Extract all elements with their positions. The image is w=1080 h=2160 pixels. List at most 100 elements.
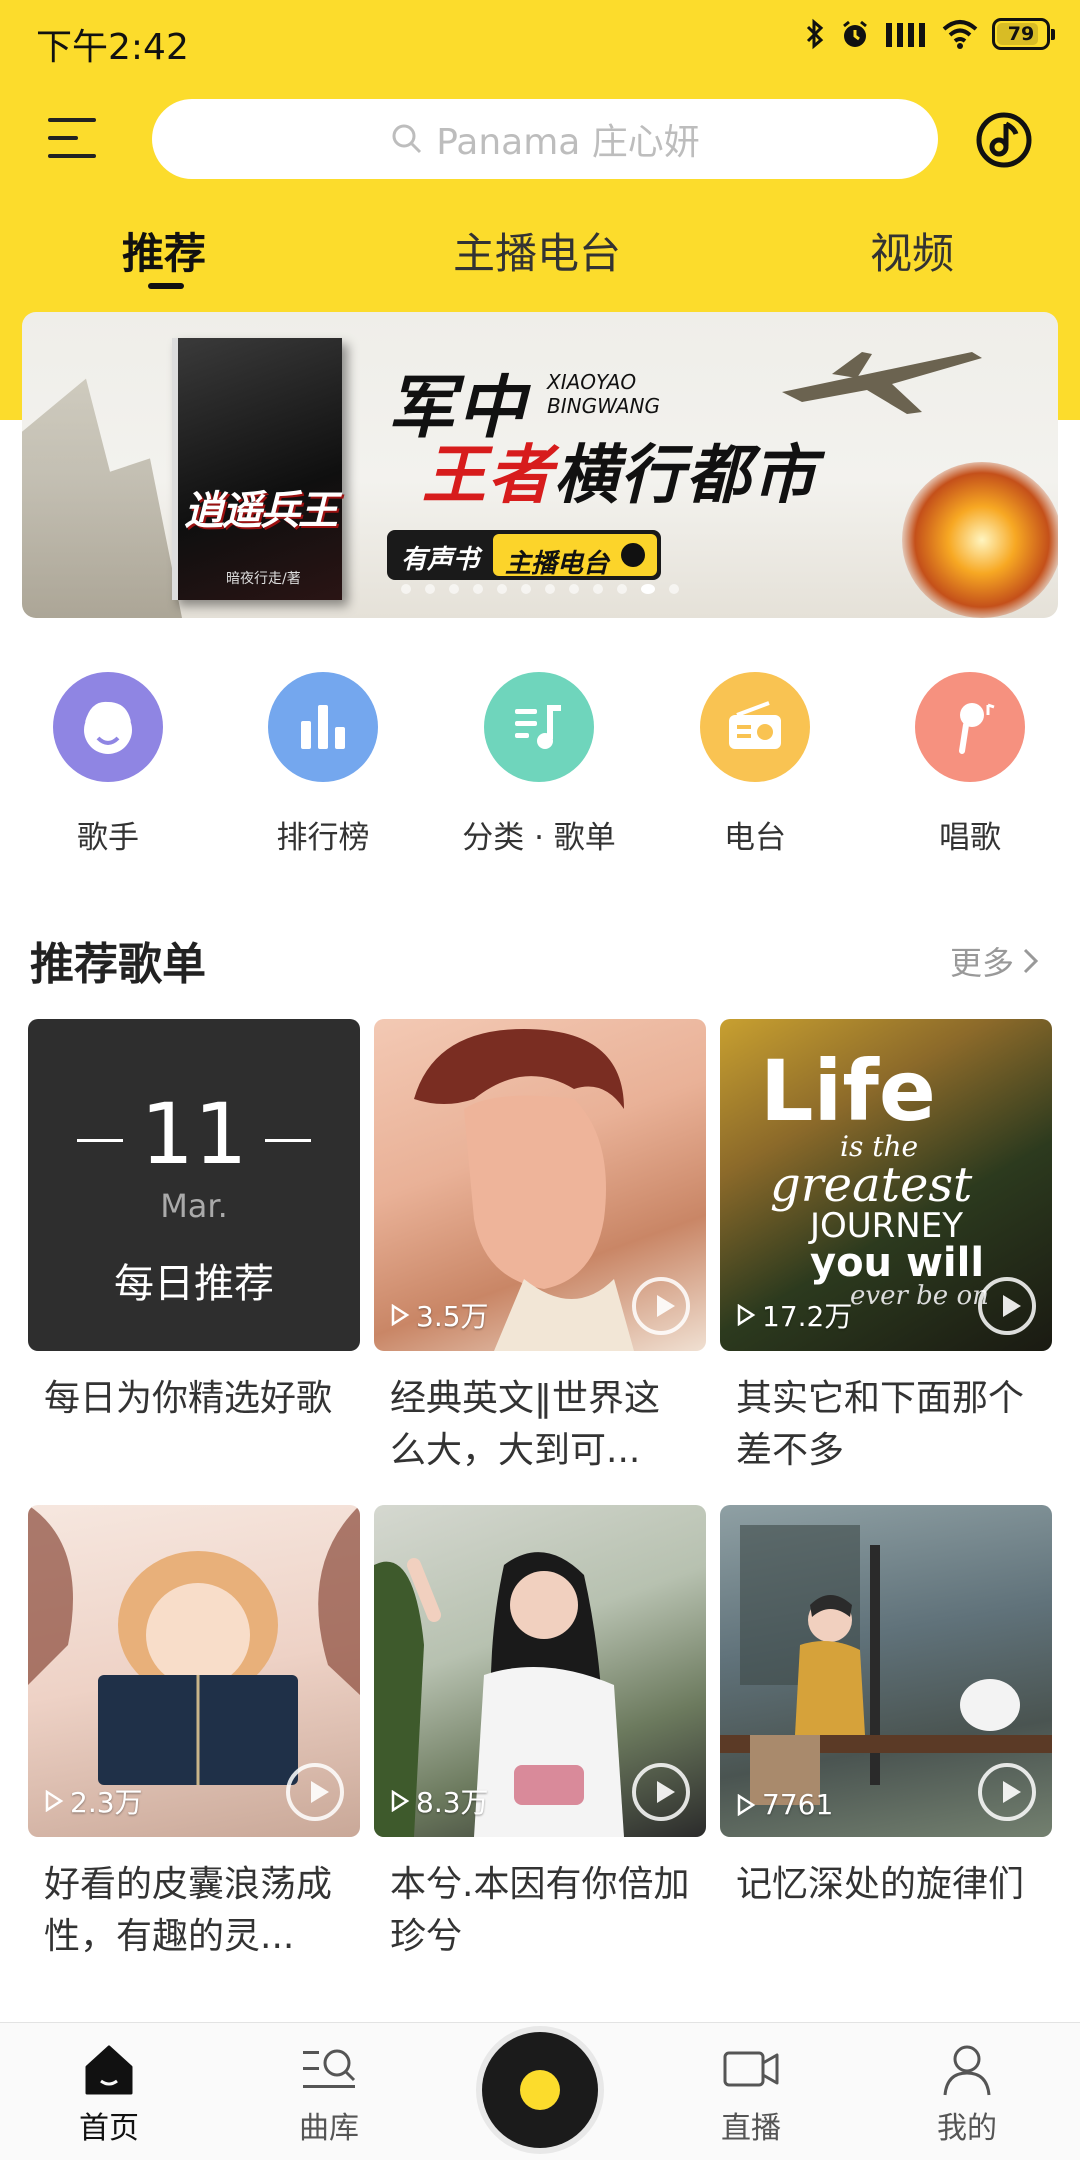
singer-icon: [53, 672, 163, 782]
tab-anchor-radio[interactable]: 主播电台: [453, 220, 621, 281]
playlist-title: 经典英文‖世界这么大，大到可...: [390, 1378, 661, 1471]
shortcut-row: 歌手 排行榜 分类 · 歌单 电台 唱歌: [0, 672, 1080, 862]
banner-headline-2: 王者横行都市: [422, 424, 818, 516]
banner-tag-radio: 主播电台: [493, 534, 658, 579]
nav-live[interactable]: 直播: [676, 2041, 826, 2147]
shortcut-label: 唱歌: [939, 820, 1001, 856]
play-count-value: 17.2万: [762, 1300, 853, 1333]
playlist-cover: 8.3万: [374, 1505, 706, 1837]
playlist-cover: 3.5万: [374, 1019, 706, 1351]
daily-label: 每日推荐: [114, 1261, 274, 1307]
banner-explosion-graphic: [902, 462, 1058, 618]
playlist-cover: 2.3万: [28, 1505, 360, 1837]
search-input[interactable]: Panama 庄心妍: [152, 99, 938, 179]
book-cover: 逍遥兵王 暗夜行走/著: [172, 338, 342, 600]
search-icon: [392, 124, 422, 154]
library-search-icon: [303, 2049, 356, 2088]
play-count-icon: [45, 1790, 64, 1812]
nav-label: 我的: [937, 2111, 997, 2146]
play-count: 7761: [736, 1788, 833, 1821]
play-count: 8.3万: [390, 1781, 489, 1821]
nav-library[interactable]: 曲库: [254, 2041, 404, 2147]
nav-label: 直播: [721, 2111, 781, 2146]
home-icon: [85, 2045, 133, 2095]
more-link[interactable]: 更多: [950, 938, 1040, 984]
tab-recommend[interactable]: 推荐: [122, 220, 206, 281]
book-title: 逍遥兵王: [184, 487, 338, 534]
play-count-icon: [737, 1304, 756, 1326]
play-button-icon[interactable]: [286, 1763, 344, 1821]
wifi-icon: [942, 20, 978, 49]
playlist-card[interactable]: Life is the greatest JOURNEY you will ev…: [720, 1019, 1052, 1477]
section-title: 推荐歌单: [30, 939, 206, 990]
playlist-cover: Life is the greatest JOURNEY you will ev…: [720, 1019, 1052, 1351]
shortcut-label: 分类 · 歌单: [462, 820, 616, 856]
shortcut-label: 电台: [724, 820, 786, 856]
playlist-card[interactable]: 3.5万 经典英文‖世界这么大，大到可...: [374, 1019, 706, 1477]
playlist-card[interactable]: 7761 记忆深处的旋律们: [720, 1505, 1052, 1911]
menu-icon[interactable]: [48, 118, 96, 158]
playlist-card[interactable]: 8.3万 本兮.本因有你倍加珍兮: [374, 1505, 706, 1963]
play-button-icon[interactable]: [632, 1277, 690, 1335]
tab-indicator: [148, 283, 184, 289]
bluetooth-icon: [806, 18, 824, 50]
banner-background-ruins: [22, 378, 182, 618]
nav-label: 首页: [79, 2111, 139, 2146]
daily-month: Mar.: [160, 1187, 228, 1225]
shortcut-radio[interactable]: 电台: [665, 672, 845, 857]
search-placeholder: Panama 庄心妍: [436, 122, 700, 163]
play-count-value: 7761: [762, 1788, 834, 1821]
banner-headline-2-black: 横行都市: [554, 439, 818, 513]
shortcut-singers[interactable]: 歌手: [18, 672, 198, 857]
bar-chart-icon: [268, 672, 378, 782]
play-count-value: 3.5万: [416, 1300, 489, 1333]
playlist-cover: 7761: [720, 1505, 1052, 1837]
tab-video[interactable]: 视频: [870, 220, 954, 281]
shortcut-charts[interactable]: 排行榜: [233, 672, 413, 857]
nav-label: 曲库: [299, 2111, 359, 2146]
shortcut-categories[interactable]: 分类 · 歌单: [449, 672, 629, 857]
now-playing-disc-icon[interactable]: [482, 2032, 598, 2148]
user-icon: [943, 2045, 991, 2096]
playlist-card[interactable]: 11 Mar. 每日推荐 每日为你精选好歌: [28, 1019, 360, 1425]
playlist-card[interactable]: 2.3万 好看的皮囊浪荡成性，有趣的灵...: [28, 1505, 360, 1963]
playlist-title: 记忆深处的旋律们: [736, 1864, 1025, 1905]
banner-tag-audiobook: 有声书: [401, 545, 480, 575]
video-camera-icon: [723, 2051, 779, 2087]
play-count-icon: [391, 1790, 410, 1812]
battery-indicator: 79: [992, 18, 1055, 50]
play-button-icon[interactable]: [978, 1277, 1036, 1335]
daily-day: 11: [28, 1085, 360, 1183]
promo-banner[interactable]: 逍遥兵王 暗夜行走/著 军中 XIAOYAO BINGWANG 王者横行都市 有…: [22, 312, 1058, 618]
play-count-icon: [737, 1793, 756, 1816]
chevron-right-icon: [1023, 948, 1039, 974]
playlist-title: 好看的皮囊浪荡成性，有趣的灵...: [44, 1864, 333, 1957]
play-count-icon: [391, 1304, 410, 1326]
play-count-value: 2.3万: [70, 1786, 143, 1819]
more-label: 更多: [949, 944, 1014, 982]
banner-tags: 有声书 主播电台: [387, 530, 662, 580]
playlist-icon: [484, 672, 594, 782]
play-button-icon[interactable]: [632, 1763, 690, 1821]
microphone-icon: [915, 672, 1025, 782]
music-note-icon[interactable]: [974, 110, 1034, 170]
play-count: 3.5万: [390, 1295, 489, 1335]
daily-recommend-cover: 11 Mar. 每日推荐: [28, 1019, 360, 1351]
playlist-title: 其实它和下面那个差不多: [736, 1378, 1025, 1471]
banner-pinyin-1: XIAOYAO: [547, 370, 637, 394]
status-bar: 下午2:42 79: [0, 0, 1080, 80]
play-button-icon[interactable]: [978, 1763, 1036, 1821]
cover-lettering: Life is the greatest JOURNEY you will ev…: [760, 1042, 989, 1311]
banner-pagination-dots: [22, 584, 1058, 594]
status-time: 下午2:42: [36, 27, 189, 68]
banner-pinyin: XIAOYAO BINGWANG: [547, 370, 717, 418]
shortcut-label: 歌手: [77, 820, 139, 856]
playlist-title: 每日为你精选好歌: [44, 1378, 333, 1419]
radio-icon: [700, 672, 810, 782]
banner-headline-2-red: 王者: [422, 439, 554, 513]
nav-profile[interactable]: 我的: [892, 2041, 1042, 2147]
nav-home[interactable]: 首页: [34, 2041, 184, 2147]
play-count: 17.2万: [736, 1295, 852, 1335]
shortcut-label: 排行榜: [276, 820, 370, 856]
shortcut-karaoke[interactable]: 唱歌: [880, 672, 1060, 857]
